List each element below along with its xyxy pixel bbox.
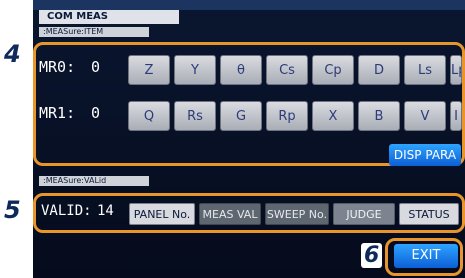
param-button-cp[interactable]: Cp (312, 55, 354, 85)
param-button-d[interactable]: D (358, 55, 400, 85)
param-button-g[interactable]: G (220, 101, 262, 131)
param-button-rp[interactable]: Rp (266, 101, 308, 131)
callout-5: 5 (4, 196, 21, 224)
valid-value: 14 (97, 203, 114, 219)
param-button-i[interactable]: I (450, 101, 462, 131)
meas-val-button[interactable]: MEAS VAL (199, 203, 261, 225)
param-button-v[interactable]: V (404, 101, 446, 131)
panel-no-button[interactable]: PANEL No. (129, 203, 195, 225)
disp-para-button[interactable]: DISP PARA (389, 144, 461, 166)
param-button-q[interactable]: Q (128, 101, 170, 131)
instrument-screen: COM MEAS :MEASure:ITEM MR0: 0 MR1: 0 Z Y… (33, 0, 465, 278)
callout-4: 4 (4, 40, 21, 68)
param-button-ls[interactable]: Ls (404, 55, 446, 85)
param-button-x[interactable]: X (312, 101, 354, 131)
meas-item-section-label: :MEASure:ITEM (39, 27, 149, 37)
mr1-value: 0 (91, 104, 101, 122)
top-strip (33, 0, 465, 10)
valid-label: VALID: (41, 203, 92, 219)
param-button-theta[interactable]: θ (220, 55, 262, 85)
param-button-z[interactable]: Z (128, 55, 170, 85)
callout-6: 6 (361, 243, 383, 268)
param-button-b[interactable]: B (358, 101, 400, 131)
screen-title: COM MEAS (39, 10, 179, 24)
meas-val-section-label: :MEASure:VALid (39, 176, 149, 186)
param-button-cs[interactable]: Cs (266, 55, 308, 85)
param-button-y[interactable]: Y (174, 55, 216, 85)
mr0-value: 0 (91, 58, 101, 76)
judge-button[interactable]: JUDGE (333, 203, 395, 225)
param-button-rs[interactable]: Rs (174, 101, 216, 131)
param-button-lp[interactable]: Lp (450, 55, 462, 85)
mr0-label: MR0: (39, 58, 76, 76)
exit-button[interactable]: EXIT (394, 244, 458, 268)
status-button[interactable]: STATUS (399, 203, 459, 225)
sweep-no-button[interactable]: SWEEP No. (265, 203, 329, 225)
mr1-label: MR1: (39, 104, 76, 122)
